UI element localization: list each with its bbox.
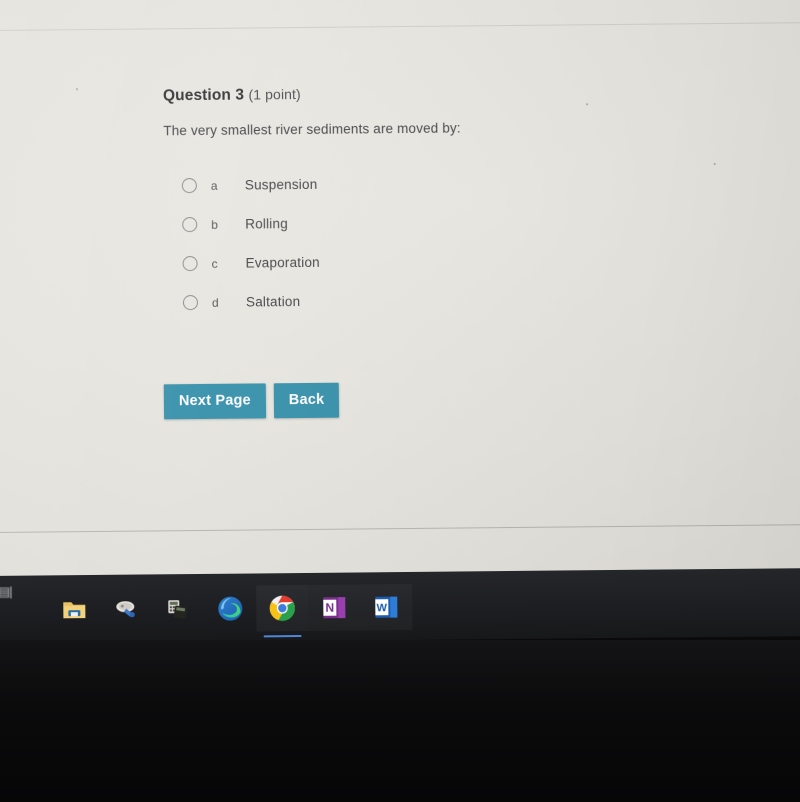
- page-divider-bottom: [0, 524, 800, 533]
- option-label[interactable]: Rolling: [245, 216, 288, 231]
- windows-taskbar: N W: [0, 568, 800, 644]
- question-title: Question 3 (1 point): [163, 83, 583, 105]
- onenote-icon: N: [323, 597, 346, 619]
- question-prompt: The very smallest river sediments are mo…: [163, 120, 461, 139]
- option-letter: c: [211, 256, 218, 271]
- taskbar-item-microsoft-edge[interactable]: [204, 585, 256, 631]
- taskbar-icon-strip: N W: [0, 572, 413, 644]
- monitor-bezel-bottom: [0, 640, 800, 802]
- paint-3d-icon: [116, 601, 135, 618]
- answer-option-a[interactable]: a Suspension: [181, 162, 584, 205]
- option-letter: a: [210, 178, 218, 193]
- radio-button-icon[interactable]: [182, 256, 198, 272]
- taskbar-item-onenote[interactable]: N: [308, 584, 360, 630]
- answer-option-d[interactable]: d Saltation: [182, 279, 585, 322]
- file-explorer-icon: [63, 602, 86, 619]
- screenshot-root: g and Erosion Question 3 (1 point) The v…: [0, 0, 800, 802]
- svg-text:N: N: [325, 601, 334, 615]
- taskbar-cut-off-edge-icon[interactable]: ▤|: [0, 585, 18, 612]
- radio-button-icon[interactable]: [182, 217, 198, 233]
- taskbar-item-paint-3d[interactable]: [100, 586, 152, 632]
- photo-speck: [586, 103, 589, 106]
- quiz-question-block: Question 3 (1 point) The very smallest r…: [163, 83, 586, 420]
- question-number: Question 3: [162, 86, 245, 105]
- option-label[interactable]: Suspension: [245, 177, 318, 193]
- option-label[interactable]: Saltation: [246, 294, 300, 310]
- google-chrome-icon: [269, 595, 295, 621]
- answer-options-list: a Suspension b Rolling c Evaporation d S: [164, 162, 585, 322]
- taskbar-item-file-explorer[interactable]: [48, 587, 100, 633]
- taskbar-item-word[interactable]: W: [360, 584, 412, 630]
- monitor-screen: g and Erosion Question 3 (1 point) The v…: [0, 0, 800, 594]
- cut-off-section-heading: g and Erosion: [165, 0, 294, 1]
- next-page-button[interactable]: Next Page: [163, 383, 267, 420]
- calculator-icon: [168, 600, 187, 619]
- navigation-buttons: Next Page Back: [163, 380, 586, 420]
- option-label[interactable]: Evaporation: [246, 255, 320, 271]
- photo-speck: [75, 88, 78, 91]
- radio-button-icon[interactable]: [182, 295, 199, 311]
- option-letter: d: [211, 295, 219, 310]
- answer-option-c[interactable]: c Evaporation: [182, 240, 584, 283]
- page-divider-top: [0, 22, 800, 31]
- option-letter: b: [211, 217, 218, 232]
- word-icon: W: [375, 596, 398, 618]
- radio-button-icon[interactable]: [181, 178, 197, 194]
- microsoft-edge-icon: [218, 596, 243, 621]
- question-points: (1 point): [248, 86, 301, 103]
- photo-speck: [713, 163, 716, 166]
- taskbar-item-calculator[interactable]: [152, 586, 204, 632]
- back-button[interactable]: Back: [273, 382, 340, 419]
- answer-option-b[interactable]: b Rolling: [182, 201, 584, 244]
- taskbar-item-google-chrome[interactable]: [256, 584, 309, 632]
- svg-text:W: W: [377, 602, 388, 614]
